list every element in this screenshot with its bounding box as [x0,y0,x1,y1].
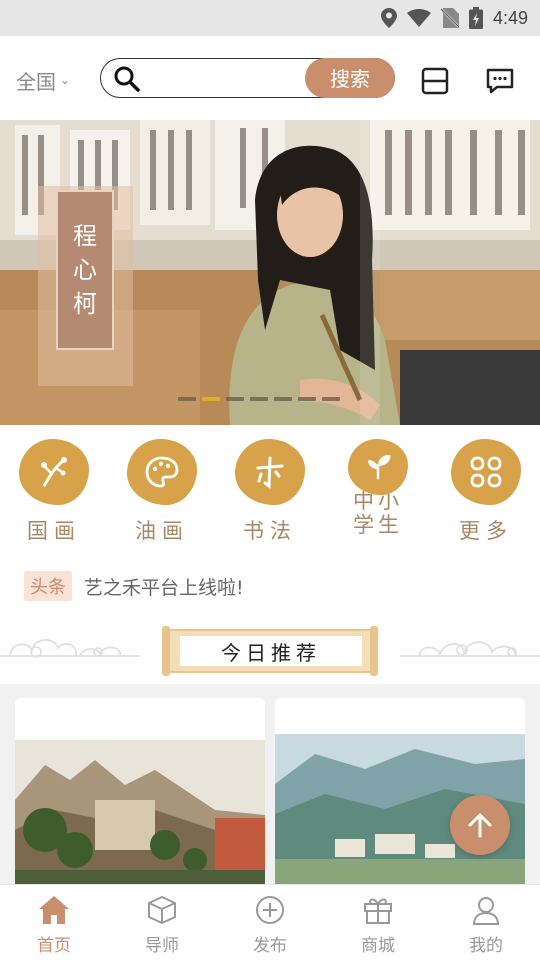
plaque-char: 程 [73,222,97,250]
search-input[interactable] [149,65,299,91]
plum-blossom-icon [41,457,67,487]
nav-shop[interactable]: 商城 [324,895,432,956]
nav-label: 导师 [145,936,179,956]
scroll-rod [370,626,378,676]
bottom-nav: 首页 导师 发布 商城 我的 [0,884,540,960]
message-icon[interactable] [485,66,515,96]
nav-mentor[interactable]: 导师 [108,895,216,956]
top-header: 全国 ⌄ 搜索 [0,36,540,120]
cloud-ornament [400,641,540,657]
grid-icon [470,456,502,488]
nav-publish[interactable]: 发布 [216,895,324,956]
region-selector[interactable]: 全国 ⌄ [16,66,70,95]
category-grid: 国画 油画 书法 中小 学生 更多 [0,425,540,560]
category-more[interactable]: 更多 [441,439,531,545]
plaque-char: 柯 [73,290,97,318]
arrow-up-icon [468,813,492,838]
plaque-char: 心 [73,256,97,284]
category-label: 书法 [243,519,297,543]
palette-icon [145,456,179,488]
recommend-title: 今日推荐 [180,636,362,666]
search-icon [114,66,140,92]
user-icon [472,897,500,925]
nav-label: 发布 [253,936,287,956]
carousel-dot[interactable] [322,397,340,401]
carousel-dot[interactable] [250,397,268,401]
category-guohua[interactable]: 国画 [9,439,99,545]
recommend-scroll: 今日推荐 [162,626,378,676]
carousel-dot-active[interactable] [202,397,220,401]
location-icon [380,8,397,28]
artwork-card[interactable] [15,698,265,898]
home-icon [39,896,69,924]
carousel-dot[interactable] [298,397,316,401]
category-label: 中小 学生 [353,489,403,537]
nav-label: 商城 [361,936,395,956]
region-label: 全国 [16,70,56,94]
status-bar: 4:49 [0,0,540,36]
search-bar: 搜索 [100,57,395,98]
category-label: 油画 [135,519,189,543]
cloud-ornament [0,639,140,658]
headline-text: 艺之禾平台上线啦! [84,577,244,599]
cube-icon [148,896,176,924]
carousel-dot[interactable] [274,397,292,401]
artwork-thumbnail [15,740,265,890]
recommend-header: 今日推荐 [0,612,540,684]
recommend-list [0,684,540,898]
nav-label: 我的 [469,936,503,956]
chevron-down-icon: ⌄ [60,72,71,87]
category-label: 国画 [27,519,81,543]
status-time: 4:49 [492,7,528,28]
category-students[interactable]: 中小 学生 [333,439,423,537]
sprout-icon [368,455,391,480]
nav-home[interactable]: 首页 [0,895,108,956]
carousel-dot[interactable] [178,397,196,401]
nav-mine[interactable]: 我的 [432,895,540,956]
plus-circle-icon [256,896,284,924]
gift-icon [364,898,392,924]
search-button[interactable]: 搜索 [305,57,395,98]
nav-label: 首页 [37,936,71,956]
scan-icon[interactable] [420,66,450,96]
battery-icon [468,7,483,29]
carousel-indicator [178,397,340,401]
headline-news[interactable]: 头条 艺之禾平台上线啦! [0,560,540,612]
calligraphy-icon [256,456,284,489]
category-shufa[interactable]: 书法 [225,439,315,545]
category-label: 更多 [459,519,513,543]
no-sim-icon [440,8,459,28]
carousel-dot[interactable] [226,397,244,401]
category-youhua[interactable]: 油画 [117,439,207,545]
name-plaque: 程 心 柯 [38,186,133,386]
wifi-icon [406,9,431,27]
headline-tag: 头条 [24,571,72,601]
banner-carousel[interactable]: 程 心 柯 [0,120,540,425]
back-to-top-button[interactable] [450,795,510,855]
